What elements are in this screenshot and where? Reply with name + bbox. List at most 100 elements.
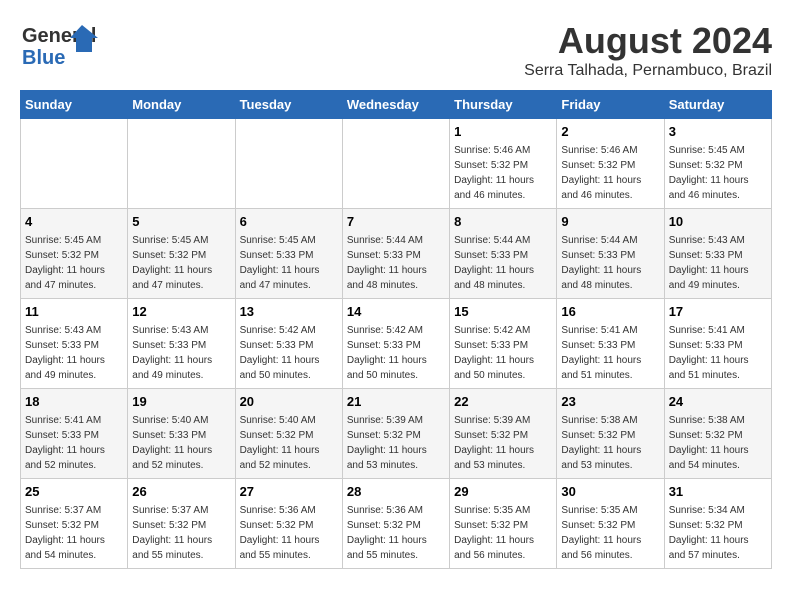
calendar-cell: 5 Sunrise: 5:45 AM Sunset: 5:32 PM Daylig… — [128, 209, 235, 299]
day-info: Sunrise: 5:45 AM Sunset: 5:32 PM Dayligh… — [25, 235, 105, 291]
day-number: 20 — [240, 393, 338, 411]
calendar-cell: 18Sunrise: 5:41 AM Sunset: 5:33 PM Dayli… — [21, 389, 128, 479]
calendar-table: Sunday Monday Tuesday Wednesday Thursday… — [20, 90, 772, 569]
col-sunday: Sunday — [21, 91, 128, 119]
day-number: 15 — [454, 303, 552, 321]
col-friday: Friday — [557, 91, 664, 119]
day-info: Sunrise: 5:37 AM Sunset: 5:32 PM Dayligh… — [132, 505, 212, 561]
header: GeneralBlue August 2024 Serra Talhada, P… — [20, 20, 772, 80]
day-number: 27 — [240, 483, 338, 501]
logo: GeneralBlue — [20, 20, 100, 70]
col-monday: Monday — [128, 91, 235, 119]
day-number: 5 — [132, 213, 230, 231]
day-info: Sunrise: 5:34 AM Sunset: 5:32 PM Dayligh… — [669, 505, 749, 561]
day-number: 13 — [240, 303, 338, 321]
page-title: August 2024 — [524, 20, 772, 62]
calendar-cell: 29 Sunrise: 5:35 AM Sunset: 5:32 PM Dayli… — [450, 479, 557, 569]
day-number: 9 — [561, 213, 659, 231]
day-number: 21 — [347, 393, 445, 411]
calendar-cell: 3Sunrise: 5:45 AM Sunset: 5:32 PM Daylig… — [664, 119, 771, 209]
day-info: Sunrise: 5:46 AM Sunset: 5:32 PM Dayligh… — [454, 145, 534, 201]
calendar-cell: 21Sunrise: 5:39 AM Sunset: 5:32 PM Dayli… — [342, 389, 449, 479]
calendar-cell: 2 Sunrise: 5:46 AM Sunset: 5:32 PM Daylig… — [557, 119, 664, 209]
day-number: 31 — [669, 483, 767, 501]
svg-text:Blue: Blue — [22, 47, 65, 69]
calendar-week-2: 4 Sunrise: 5:45 AM Sunset: 5:32 PM Daylig… — [21, 209, 772, 299]
calendar-cell: 8Sunrise: 5:44 AM Sunset: 5:33 PM Daylig… — [450, 209, 557, 299]
day-info: Sunrise: 5:41 AM Sunset: 5:33 PM Dayligh… — [25, 415, 105, 471]
calendar-cell — [235, 119, 342, 209]
day-number: 16 — [561, 303, 659, 321]
day-number: 29 — [454, 483, 552, 501]
day-number: 2 — [561, 123, 659, 141]
day-info: Sunrise: 5:36 AM Sunset: 5:32 PM Dayligh… — [347, 505, 427, 561]
day-info: Sunrise: 5:38 AM Sunset: 5:32 PM Dayligh… — [669, 415, 749, 471]
day-number: 8 — [454, 213, 552, 231]
title-area: August 2024 Serra Talhada, Pernambuco, B… — [524, 20, 772, 80]
calendar-week-4: 18Sunrise: 5:41 AM Sunset: 5:33 PM Dayli… — [21, 389, 772, 479]
day-number: 1 — [454, 123, 552, 141]
calendar-cell: 12 Sunrise: 5:43 AM Sunset: 5:33 PM Dayli… — [128, 299, 235, 389]
day-number: 4 — [25, 213, 123, 231]
day-number: 14 — [347, 303, 445, 321]
day-info: Sunrise: 5:42 AM Sunset: 5:33 PM Dayligh… — [347, 325, 427, 381]
calendar-week-1: 1 Sunrise: 5:46 AM Sunset: 5:32 PM Daylig… — [21, 119, 772, 209]
day-info: Sunrise: 5:40 AM Sunset: 5:33 PM Dayligh… — [132, 415, 212, 471]
day-info: Sunrise: 5:42 AM Sunset: 5:33 PM Dayligh… — [454, 325, 534, 381]
day-info: Sunrise: 5:41 AM Sunset: 5:33 PM Dayligh… — [669, 325, 749, 381]
calendar-header-row: Sunday Monday Tuesday Wednesday Thursday… — [21, 91, 772, 119]
calendar-cell: 17 Sunrise: 5:41 AM Sunset: 5:33 PM Dayli… — [664, 299, 771, 389]
col-tuesday: Tuesday — [235, 91, 342, 119]
page-subtitle: Serra Talhada, Pernambuco, Brazil — [524, 62, 772, 80]
calendar-cell: 19 Sunrise: 5:40 AM Sunset: 5:33 PM Dayli… — [128, 389, 235, 479]
day-info: Sunrise: 5:35 AM Sunset: 5:32 PM Dayligh… — [454, 505, 534, 561]
day-info: Sunrise: 5:41 AM Sunset: 5:33 PM Dayligh… — [561, 325, 641, 381]
day-number: 12 — [132, 303, 230, 321]
day-info: Sunrise: 5:43 AM Sunset: 5:33 PM Dayligh… — [25, 325, 105, 381]
day-info: Sunrise: 5:44 AM Sunset: 5:33 PM Dayligh… — [561, 235, 641, 291]
calendar-cell: 13Sunrise: 5:42 AM Sunset: 5:33 PM Dayli… — [235, 299, 342, 389]
calendar-cell: 1 Sunrise: 5:46 AM Sunset: 5:32 PM Daylig… — [450, 119, 557, 209]
calendar-cell: 10Sunrise: 5:43 AM Sunset: 5:33 PM Dayli… — [664, 209, 771, 299]
day-info: Sunrise: 5:45 AM Sunset: 5:33 PM Dayligh… — [240, 235, 320, 291]
calendar-cell — [21, 119, 128, 209]
calendar-cell: 31 Sunrise: 5:34 AM Sunset: 5:32 PM Dayli… — [664, 479, 771, 569]
day-number: 28 — [347, 483, 445, 501]
day-info: Sunrise: 5:36 AM Sunset: 5:32 PM Dayligh… — [240, 505, 320, 561]
day-number: 6 — [240, 213, 338, 231]
calendar-cell: 7Sunrise: 5:44 AM Sunset: 5:33 PM Daylig… — [342, 209, 449, 299]
day-info: Sunrise: 5:43 AM Sunset: 5:33 PM Dayligh… — [132, 325, 212, 381]
day-number: 23 — [561, 393, 659, 411]
calendar-cell: 6 Sunrise: 5:45 AM Sunset: 5:33 PM Daylig… — [235, 209, 342, 299]
day-info: Sunrise: 5:38 AM Sunset: 5:32 PM Dayligh… — [561, 415, 641, 471]
calendar-cell: 11 Sunrise: 5:43 AM Sunset: 5:33 PM Dayli… — [21, 299, 128, 389]
calendar-week-5: 25 Sunrise: 5:37 AM Sunset: 5:32 PM Dayli… — [21, 479, 772, 569]
day-info: Sunrise: 5:37 AM Sunset: 5:32 PM Dayligh… — [25, 505, 105, 561]
day-number: 10 — [669, 213, 767, 231]
day-number: 17 — [669, 303, 767, 321]
calendar-cell: 26Sunrise: 5:37 AM Sunset: 5:32 PM Dayli… — [128, 479, 235, 569]
calendar-cell: 23 Sunrise: 5:38 AM Sunset: 5:32 PM Dayli… — [557, 389, 664, 479]
calendar-cell: 27 Sunrise: 5:36 AM Sunset: 5:32 PM Dayli… — [235, 479, 342, 569]
calendar-cell: 16 Sunrise: 5:41 AM Sunset: 5:33 PM Dayli… — [557, 299, 664, 389]
day-number: 19 — [132, 393, 230, 411]
day-info: Sunrise: 5:45 AM Sunset: 5:32 PM Dayligh… — [132, 235, 212, 291]
day-number: 30 — [561, 483, 659, 501]
calendar-cell: 4 Sunrise: 5:45 AM Sunset: 5:32 PM Daylig… — [21, 209, 128, 299]
day-info: Sunrise: 5:40 AM Sunset: 5:32 PM Dayligh… — [240, 415, 320, 471]
day-number: 3 — [669, 123, 767, 141]
day-number: 11 — [25, 303, 123, 321]
day-info: Sunrise: 5:39 AM Sunset: 5:32 PM Dayligh… — [454, 415, 534, 471]
day-info: Sunrise: 5:46 AM Sunset: 5:32 PM Dayligh… — [561, 145, 641, 201]
day-info: Sunrise: 5:35 AM Sunset: 5:32 PM Dayligh… — [561, 505, 641, 561]
col-saturday: Saturday — [664, 91, 771, 119]
day-number: 25 — [25, 483, 123, 501]
calendar-cell: 20 Sunrise: 5:40 AM Sunset: 5:32 PM Dayli… — [235, 389, 342, 479]
day-number: 7 — [347, 213, 445, 231]
calendar-cell: 22 Sunrise: 5:39 AM Sunset: 5:32 PM Dayli… — [450, 389, 557, 479]
calendar-cell: 15 Sunrise: 5:42 AM Sunset: 5:33 PM Dayli… — [450, 299, 557, 389]
calendar-cell: 9 Sunrise: 5:44 AM Sunset: 5:33 PM Daylig… — [557, 209, 664, 299]
calendar-cell: 30 Sunrise: 5:35 AM Sunset: 5:32 PM Dayli… — [557, 479, 664, 569]
calendar-cell: 28 Sunrise: 5:36 AM Sunset: 5:32 PM Dayli… — [342, 479, 449, 569]
day-number: 22 — [454, 393, 552, 411]
